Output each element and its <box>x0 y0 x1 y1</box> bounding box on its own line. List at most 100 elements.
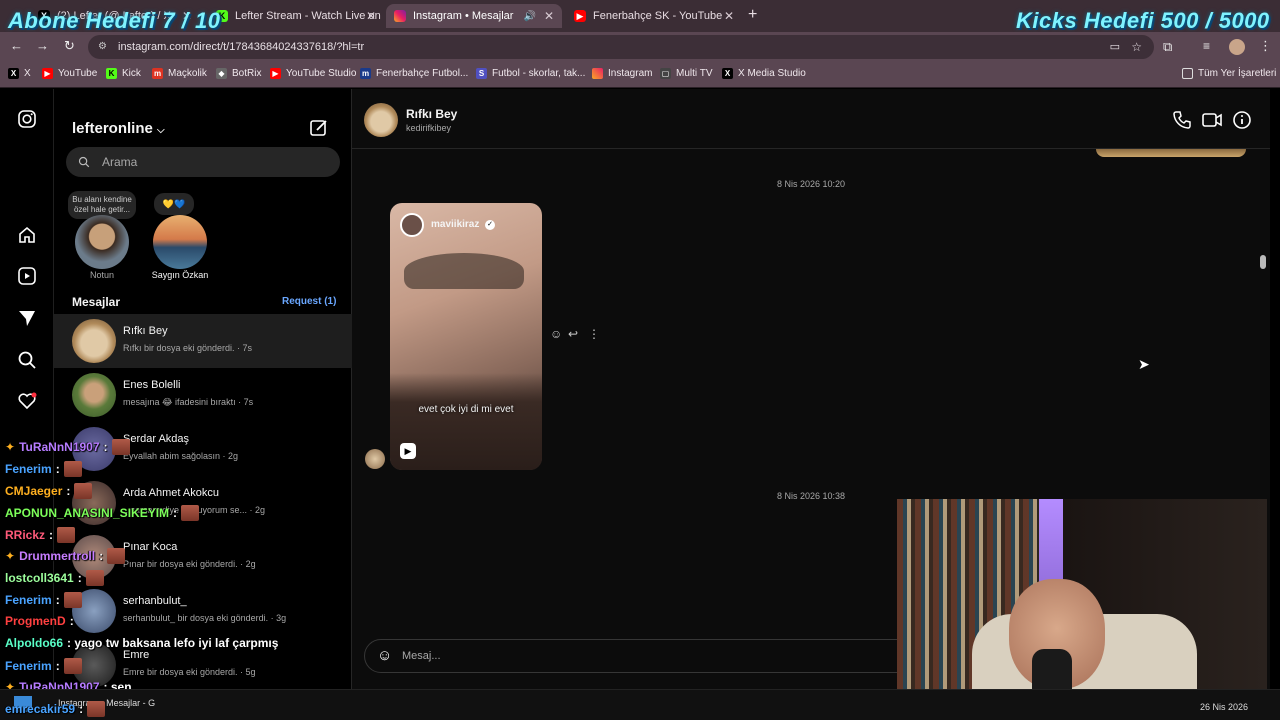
tab-youtube[interactable]: ▶ Fenerbahçe SK - YouTube ✕ <box>566 4 742 28</box>
timestamp: 8 Nis 2026 10:20 <box>776 179 846 189</box>
x-icon: X <box>722 68 733 79</box>
friend-note-avatar[interactable] <box>153 215 207 269</box>
contact-avatar[interactable] <box>364 103 398 137</box>
tab-instagram[interactable]: Instagram • Mesajlar 🔊 ✕ <box>386 4 562 28</box>
bookmark-multitv[interactable]: ▢ Multi TV <box>660 68 713 79</box>
emote <box>57 527 76 543</box>
phone-icon[interactable] <box>1172 110 1192 130</box>
reply-icon[interactable]: ↩ <box>568 327 578 341</box>
youtube-icon: ▶ <box>574 10 586 22</box>
youtube-icon: ▶ <box>42 68 53 79</box>
conversation-preview: mesajına 😂 ifadesini bıraktı · 7s <box>123 397 254 407</box>
messages-icon[interactable] <box>17 308 37 328</box>
conversation-item[interactable]: serhanbulut_ serhanbulut_ bir dosya eki … <box>54 584 352 638</box>
conversation-item[interactable]: Enes Bolelli mesajına 😂 ifadesini bırakt… <box>54 368 352 422</box>
media-icon[interactable]: ≡ <box>1203 39 1210 53</box>
chat-line: Fenerim: <box>5 658 82 674</box>
menu-icon[interactable]: ⋮ <box>1259 38 1272 54</box>
speaker-icon[interactable]: 🔊 <box>524 11 536 22</box>
search-input[interactable]: Arama <box>66 147 340 177</box>
mouse-cursor-icon: ➤ <box>1138 356 1150 372</box>
notifications-heart-icon[interactable] <box>17 391 37 411</box>
bookmark-youtube[interactable]: ▶ YouTube <box>42 68 97 79</box>
all-bookmarks[interactable]: Tüm Yer İşaretleri <box>1182 68 1276 79</box>
tv-icon: ▢ <box>660 68 671 79</box>
badge-icon: ✦ <box>5 549 16 563</box>
chat-line: ProgmenD: <box>5 614 74 628</box>
youtube-studio-icon: ▶ <box>270 68 281 79</box>
chat-line: emrecakir59: <box>5 701 106 717</box>
chat-header <box>352 89 1270 149</box>
chevron-down-icon: ⌵ <box>157 125 165 136</box>
reload-icon[interactable]: ↻ <box>64 38 75 54</box>
bookmark-kick[interactable]: K Kick <box>106 68 141 79</box>
new-message-icon[interactable] <box>309 118 329 138</box>
flashscore-icon: S <box>476 68 487 79</box>
conversation-name: Serdar Akdaş <box>123 433 190 445</box>
back-icon[interactable]: ← <box>10 38 23 53</box>
chat-scrollbar[interactable] <box>1260 255 1266 269</box>
bookmark-youtube-studio[interactable]: ▶ YouTube Studio <box>270 68 356 79</box>
star-icon[interactable]: ☆ <box>1131 35 1142 59</box>
reels-icon[interactable] <box>17 266 37 286</box>
conversation-item[interactable]: Rıfkı Bey Rıfkı bir dosya eki gönderdi. … <box>54 314 352 368</box>
profile-avatar[interactable] <box>1229 39 1245 55</box>
request-link[interactable]: Request (1) <box>282 296 336 307</box>
my-note-avatar[interactable] <box>75 215 129 269</box>
bookmark-x[interactable]: XX <box>8 68 31 79</box>
more-icon[interactable]: ⋮ <box>588 327 600 341</box>
address-bar[interactable]: ⚙ instagram.com/direct/t/178436840243376… <box>88 35 1154 59</box>
conversation-preview: Emre bir dosya eki gönderdi. · 5g <box>123 667 256 677</box>
bookmark-mackolik[interactable]: m Maçkolik <box>152 68 207 79</box>
close-icon[interactable]: ✕ <box>366 9 376 23</box>
react-icon[interactable]: ☺ <box>550 327 562 341</box>
bookmarks-bar: XX ▶ YouTube K Kick m Maçkolik ◆ BotRix ▶ You… <box>0 62 1280 88</box>
instagram-icon <box>394 10 406 22</box>
bookmark-botrix[interactable]: ◆ BotRix <box>216 68 261 79</box>
chat-line: Alpoldo66: yago tw baksana lefo iyi laf … <box>5 636 279 650</box>
fenerbahce-icon: m <box>360 68 371 79</box>
site-info-icon[interactable]: ⚙ <box>98 35 107 59</box>
kicks-goal: Kicks Hedefi 500 / 5000 <box>1016 8 1270 33</box>
avatar <box>72 319 116 363</box>
bookmark-fenerbahce[interactable]: m Fenerbahçe Futbol... <box>360 68 468 79</box>
previous-media-message[interactable] <box>1096 149 1246 157</box>
tab-label: Fenerbahçe SK - YouTube <box>593 10 723 22</box>
bookmark-futbol[interactable]: S Futbol - skorlar, tak... <box>476 68 585 79</box>
badge-icon: ✦ <box>5 440 16 454</box>
tab-kick[interactable]: K Lefter Stream - Watch Live on K ✕ <box>208 4 384 28</box>
close-icon[interactable]: ✕ <box>544 9 554 23</box>
reel-caption: evet çok iyi di mi evet <box>418 404 514 415</box>
emoji-icon[interactable]: ☺ <box>377 647 392 664</box>
info-icon[interactable] <box>1232 110 1252 130</box>
tab-label: Instagram • Mesajlar <box>413 10 514 22</box>
home-icon[interactable] <box>17 225 37 245</box>
emote <box>111 439 130 455</box>
instagram-icon <box>592 68 603 79</box>
account-switcher[interactable]: lefteronline ⌵ <box>72 120 165 137</box>
taskbar: Instagram • Mesajlar - G 26 Nis 2026 <box>0 689 1280 720</box>
forward-icon[interactable]: → <box>36 38 49 53</box>
mackolik-icon: m <box>152 68 163 79</box>
cast-icon[interactable]: ▭ <box>1110 35 1120 59</box>
botrix-icon: ◆ <box>216 68 227 79</box>
close-icon[interactable]: ✕ <box>724 9 734 23</box>
contact-name[interactable]: Rıfkı Bey <box>406 107 457 121</box>
bookmark-instagram[interactable]: Instagram <box>592 68 652 79</box>
emote <box>74 483 93 499</box>
bookmark-x-media[interactable]: XX Media Studio <box>722 68 806 79</box>
shared-reel[interactable]: maviikiraz ✓ evet çok iyi di mi evet ▶ <box>390 203 542 470</box>
chat-line: ✦ Drummertroll: <box>5 548 126 564</box>
extensions-icon[interactable]: ⧉ <box>1163 39 1172 55</box>
instagram-logo-icon[interactable] <box>17 109 37 129</box>
conversation-item[interactable]: Arda Ahmet Akokcu ...sarsam diye soyluyo… <box>54 476 352 530</box>
note-bubble[interactable]: 💛💙 <box>154 193 194 215</box>
kick-icon: K <box>106 68 117 79</box>
message-placeholder: Mesaj... <box>402 650 441 662</box>
emote <box>63 461 82 477</box>
new-tab-button[interactable]: + <box>748 6 757 24</box>
video-call-icon[interactable] <box>1202 110 1222 130</box>
search-icon[interactable] <box>17 350 37 370</box>
conversation-name: Arda Ahmet Akokcu <box>123 487 219 499</box>
conversation-name: Rıfkı Bey <box>123 325 168 337</box>
